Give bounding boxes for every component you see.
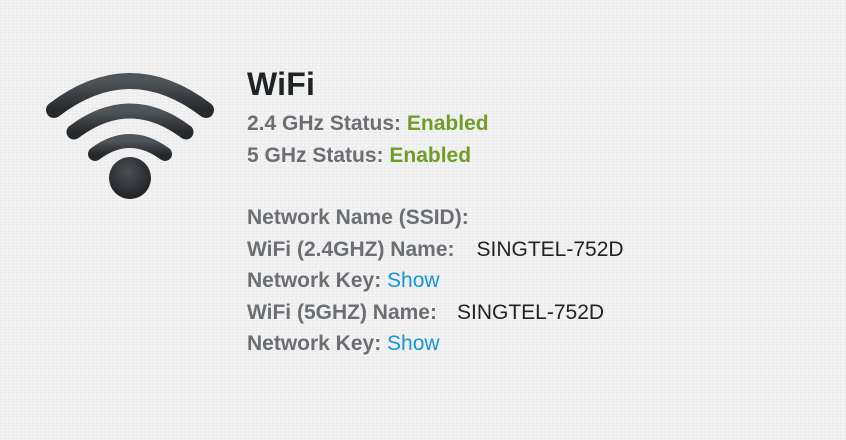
wifi-5-name-row: WiFi (5GHZ) Name: SINGTEL-752D [247, 297, 807, 329]
status-5-value: Enabled [389, 143, 472, 167]
show-key-5-link[interactable]: Show [387, 332, 440, 355]
status-24-value: Enabled [406, 112, 489, 135]
wifi-panel: WiFi 2.4 GHz Status: Enabled 5 GHz Statu… [0, 0, 846, 440]
status-5-label: 5 GHz Status: [247, 143, 384, 167]
network-key-24-label: Network Key: [247, 269, 382, 292]
show-key-24-link[interactable]: Show [387, 269, 440, 292]
network-key-5-label: Network Key: [247, 332, 382, 355]
status-24-row: 2.4 GHz Status: Enabled [247, 108, 807, 140]
wifi-5-name-label: WiFi (5GHZ) Name: [247, 300, 437, 324]
network-key-24-row: Network Key: Show [247, 265, 807, 297]
network-name-label: Network Name (SSID): [247, 206, 469, 229]
page-title: WiFi [247, 66, 316, 102]
wifi-details: WiFi 2.4 GHz Status: Enabled 5 GHz Statu… [247, 62, 807, 360]
wifi-dot [109, 157, 151, 199]
status-24-label: 2.4 GHz Status: [247, 112, 402, 135]
wifi-5-name-value: SINGTEL-752D [456, 300, 605, 324]
wifi-24-name-label: WiFi (2.4GHZ) Name: [247, 237, 455, 261]
network-name-heading: Network Name (SSID): [247, 202, 807, 234]
wifi-arc-inner [88, 134, 172, 161]
wifi-arc-middle [66, 103, 194, 140]
network-key-5-row: Network Key: Show [247, 328, 807, 360]
status-5-row: 5 GHz Status: Enabled [247, 140, 807, 172]
wifi-24-name-row: WiFi (2.4GHZ) Name: SINGTEL-752D [247, 234, 807, 266]
wifi-24-name-value: SINGTEL-752D [476, 237, 624, 261]
wifi-icon [46, 73, 214, 199]
